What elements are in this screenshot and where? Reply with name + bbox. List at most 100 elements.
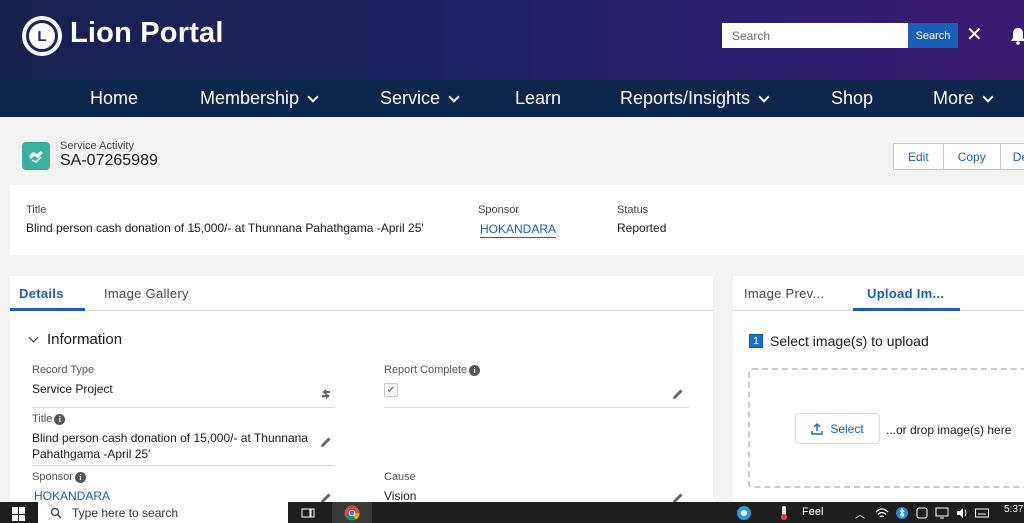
tab-details[interactable]: Details <box>19 286 64 301</box>
chevron-down-icon <box>307 90 319 103</box>
taskbar-search[interactable]: Type here to search <box>38 502 288 523</box>
nav-shop-label: Shop <box>831 88 874 108</box>
hl-sponsor-link[interactable]: HOKANDARA <box>480 222 557 238</box>
wifi-icon[interactable] <box>874 505 890 521</box>
record-type-label: Record Type <box>32 364 94 376</box>
nav-reports[interactable]: Reports/Insights <box>620 80 770 117</box>
keyboard-icon[interactable] <box>974 505 990 521</box>
details-tabs: Details Image Gallery <box>10 276 713 311</box>
main-nav: Home Membership Service Learn Reports/In… <box>0 80 1024 117</box>
tray-app-icon[interactable] <box>914 505 930 521</box>
change-record-type-icon[interactable] <box>320 388 332 400</box>
weather-icon[interactable] <box>736 505 752 521</box>
report-complete-label-text: Report Complete <box>384 364 468 376</box>
chrome-taskbar-button[interactable] <box>332 502 372 523</box>
nav-learn[interactable]: Learn <box>515 80 561 117</box>
divider <box>384 407 689 408</box>
active-tab-indicator <box>10 308 85 311</box>
hl-status-value: Reported <box>617 221 667 235</box>
divider <box>32 407 335 408</box>
taskbar-search-placeholder: Type here to search <box>72 505 179 520</box>
tab-image-preview[interactable]: Image Prev... <box>744 286 824 301</box>
cause-label: Cause <box>384 471 416 483</box>
nav-home-label: Home <box>90 88 139 108</box>
highlights-panel: Title Blind person cash donation of 15,0… <box>10 185 1024 255</box>
title-label: Title i <box>32 413 66 425</box>
copy-button[interactable]: Copy <box>942 143 1001 170</box>
step-instruction: Select image(s) to upload <box>770 333 929 349</box>
title-label-text: Title <box>32 413 53 425</box>
service-activity-icon <box>22 142 50 170</box>
title-value-line1: Blind person cash donation of 15,000/- a… <box>32 431 308 445</box>
weather-text: Feel <box>802 506 824 518</box>
brand-title[interactable]: Lion Portal <box>70 17 224 50</box>
report-complete-label: Report Complete i <box>384 364 481 376</box>
speaker-icon[interactable] <box>954 505 970 521</box>
nav-membership[interactable]: Membership <box>200 80 319 117</box>
nav-home[interactable]: Home <box>90 80 138 117</box>
hl-status-label: Status <box>617 204 649 216</box>
record-type-value: Service Project <box>32 382 113 396</box>
drop-hint: ...or drop image(s) here <box>886 423 1012 437</box>
sponsor-label: Sponsor i <box>32 471 86 483</box>
close-icon[interactable]: ✕ <box>966 24 983 46</box>
record-type-label-text: Record Type <box>32 364 95 376</box>
search-input[interactable] <box>722 23 908 48</box>
nav-service[interactable]: Service <box>380 80 460 117</box>
bluetooth-icon[interactable] <box>894 505 910 521</box>
task-view-icon[interactable] <box>300 505 316 521</box>
chevron-up-icon[interactable]: ︿ <box>855 506 865 521</box>
clock-time[interactable]: 5:37 <box>1004 504 1023 515</box>
step-number-badge: 1 <box>749 334 763 348</box>
hl-title-value: Blind person cash donation of 15,000/- a… <box>26 221 424 235</box>
nav-membership-label: Membership <box>200 88 300 108</box>
nav-service-label: Service <box>380 88 441 108</box>
sponsor-label-text: Sponsor <box>32 471 73 483</box>
report-complete-checkbox: ✔ <box>384 383 398 397</box>
record-object-type: Service Activity <box>60 140 134 152</box>
top-header: L Lion Portal Search ✕ <box>0 0 1024 80</box>
chevron-down-icon <box>28 332 39 343</box>
info-icon[interactable]: i <box>54 413 66 425</box>
upload-icon <box>811 422 824 435</box>
select-files-button[interactable]: Select <box>795 413 880 444</box>
nav-reports-label: Reports/Insights <box>620 88 751 108</box>
section-information-toggle[interactable]: Information <box>28 331 123 348</box>
delete-button[interactable]: De <box>999 143 1024 170</box>
chrome-icon <box>344 505 360 521</box>
search-icon <box>50 507 62 518</box>
section-title: Information <box>47 331 123 348</box>
image-tabs: Image Prev... Upload Im... <box>733 276 1024 311</box>
details-card: Details Image Gallery Information Record… <box>10 276 713 516</box>
tab-upload-image[interactable]: Upload Im... <box>867 286 944 301</box>
lions-logo[interactable]: L <box>22 16 62 56</box>
info-icon[interactable]: i <box>469 364 481 376</box>
edit-button[interactable]: Edit <box>893 143 944 170</box>
tab-image-gallery[interactable]: Image Gallery <box>104 286 189 301</box>
hl-sponsor-label: Sponsor <box>478 204 519 216</box>
divider <box>32 465 335 466</box>
chevron-down-icon <box>982 90 994 103</box>
display-icon[interactable] <box>934 505 950 521</box>
chevron-down-icon <box>758 90 770 103</box>
chevron-down-icon <box>448 90 460 103</box>
active-tab-indicator <box>853 308 960 311</box>
record-actions: Edit Copy De <box>893 143 1024 170</box>
nav-shop[interactable]: Shop <box>831 80 873 117</box>
nav-more-label: More <box>933 88 975 108</box>
nav-more[interactable]: More <box>933 80 994 117</box>
image-upload-card: Image Prev... Upload Im... 1 Select imag… <box>733 276 1024 516</box>
search-button[interactable]: Search <box>908 23 958 48</box>
info-icon[interactable]: i <box>74 471 86 483</box>
edit-pencil-icon[interactable] <box>672 388 684 400</box>
hl-title-label: Title <box>26 204 47 216</box>
edit-pencil-icon[interactable] <box>320 436 332 448</box>
select-button-label: Select <box>830 421 864 436</box>
cause-label-text: Cause <box>384 471 416 483</box>
nav-learn-label: Learn <box>515 88 562 108</box>
windows-taskbar: Type here to search Feel ︿ 5:37 <box>0 502 1024 523</box>
bell-icon[interactable] <box>1010 27 1024 45</box>
windows-start-icon[interactable] <box>12 507 26 521</box>
record-id: SA-07265989 <box>60 152 158 169</box>
image-dropzone[interactable]: Select ...or drop image(s) here <box>748 368 1024 488</box>
